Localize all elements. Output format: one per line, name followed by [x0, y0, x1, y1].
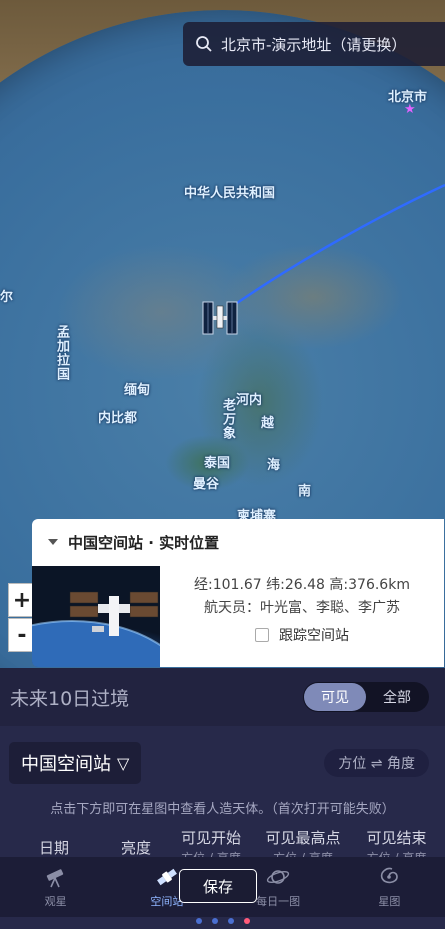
map-label-vietnam-1: 越 — [261, 416, 275, 431]
map-label-vietnam-2: 南 — [298, 484, 312, 499]
orbit-line — [236, 183, 445, 305]
filter-row: 中国空间站 ▽ 方位 ⇌ 角度 — [9, 742, 429, 784]
page-dot-4[interactable] — [243, 918, 250, 924]
nav-label-daily-image: 每日一图 — [256, 895, 301, 908]
visibility-segment: 可见 全部 — [303, 682, 429, 712]
nav-item-stargazing[interactable]: 观星 — [0, 857, 111, 917]
direction-angle-toggle[interactable]: 方位 ⇌ 角度 — [324, 749, 429, 777]
page-indicator — [0, 918, 445, 929]
panel-title: 未来10日过境 — [10, 687, 130, 710]
segment-all[interactable]: 全部 — [366, 683, 428, 711]
satellite-name: 中国空间站 — [21, 754, 111, 775]
telescope-icon — [46, 869, 63, 888]
satellite-select[interactable]: 中国空间站 ▽ — [9, 742, 142, 784]
save-button[interactable]: 保存 — [179, 869, 257, 903]
map-label-china: 中华人民共和国 — [184, 186, 276, 201]
map-label-thailand: 泰国 — [204, 456, 231, 471]
map-label-hai: 海 — [267, 458, 281, 473]
satellite-icon — [156, 868, 177, 886]
station-photo-drawing — [32, 591, 184, 667]
beijing-star-icon: ★ — [404, 102, 416, 117]
station-info-card: 中国空间站 · 实时位置 经:101.67 纬:26.48 高:376.6km … — [32, 519, 444, 667]
col-visible-peak-title: 可见最高点 — [265, 829, 341, 847]
nav-label-star-map: 星图 — [378, 895, 401, 908]
page-dot-1[interactable] — [195, 918, 202, 924]
location-search[interactable]: 北京市-演示地址（请更换） — [183, 22, 445, 66]
col-visible-end-title: 可见结束 — [366, 829, 427, 847]
map-label-myanmar: 缅甸 — [124, 383, 151, 398]
info-card-body: 经:101.67 纬:26.48 高:376.6km 航天员：叶光富、李聪、李广… — [160, 569, 444, 667]
astronaut-list: 航天员：叶光富、李聪、李广苏 — [204, 600, 400, 616]
track-checkbox[interactable] — [255, 628, 269, 642]
map-label-laos: 老万象 — [220, 398, 235, 440]
map-label-naypyidaw: 内比都 — [98, 411, 138, 426]
panel-header: 未来10日过境 可见 全部 — [0, 668, 445, 726]
search-location-text: 北京市-演示地址（请更换） — [221, 35, 407, 54]
col-visible-start-title: 可见开始 — [180, 829, 241, 847]
space-station-icon — [202, 301, 238, 335]
search-icon — [196, 36, 212, 52]
nav-label-stargazing: 观星 — [44, 895, 67, 908]
map-label-bangladesh: 孟加拉国 — [54, 325, 69, 381]
map-label-bangkok: 曼谷 — [193, 477, 220, 492]
track-label: 跟踪空间站 — [279, 628, 349, 644]
station-position: 经:101.67 纬:26.48 高:376.6km — [194, 577, 410, 593]
page-dot-2[interactable] — [211, 918, 218, 924]
hint-text: 点击下方即可在星图中查看人造天体。（首次打开可能失败） — [50, 802, 395, 817]
station-photo — [32, 566, 184, 667]
info-card-header[interactable]: 中国空间站 · 实时位置 — [32, 519, 444, 565]
info-card-title: 中国空间站 · 实时位置 — [68, 533, 220, 552]
nav-item-star-map[interactable]: 星图 — [334, 857, 445, 917]
galaxy-icon — [381, 867, 399, 884]
dropdown-caret-icon: ▽ — [117, 753, 130, 773]
map-label-left-edge: 尔 — [0, 290, 14, 305]
col-brightness-title: 亮度 — [120, 839, 151, 857]
map-label-hanoi: 河内 — [236, 393, 263, 408]
collapse-caret-icon — [48, 539, 58, 545]
segment-visible[interactable]: 可见 — [304, 683, 366, 711]
page-dot-3[interactable] — [227, 918, 234, 924]
col-date-title: 日期 — [38, 839, 69, 857]
planet-icon — [266, 870, 290, 884]
track-station-toggle[interactable]: 跟踪空间站 — [160, 625, 444, 645]
